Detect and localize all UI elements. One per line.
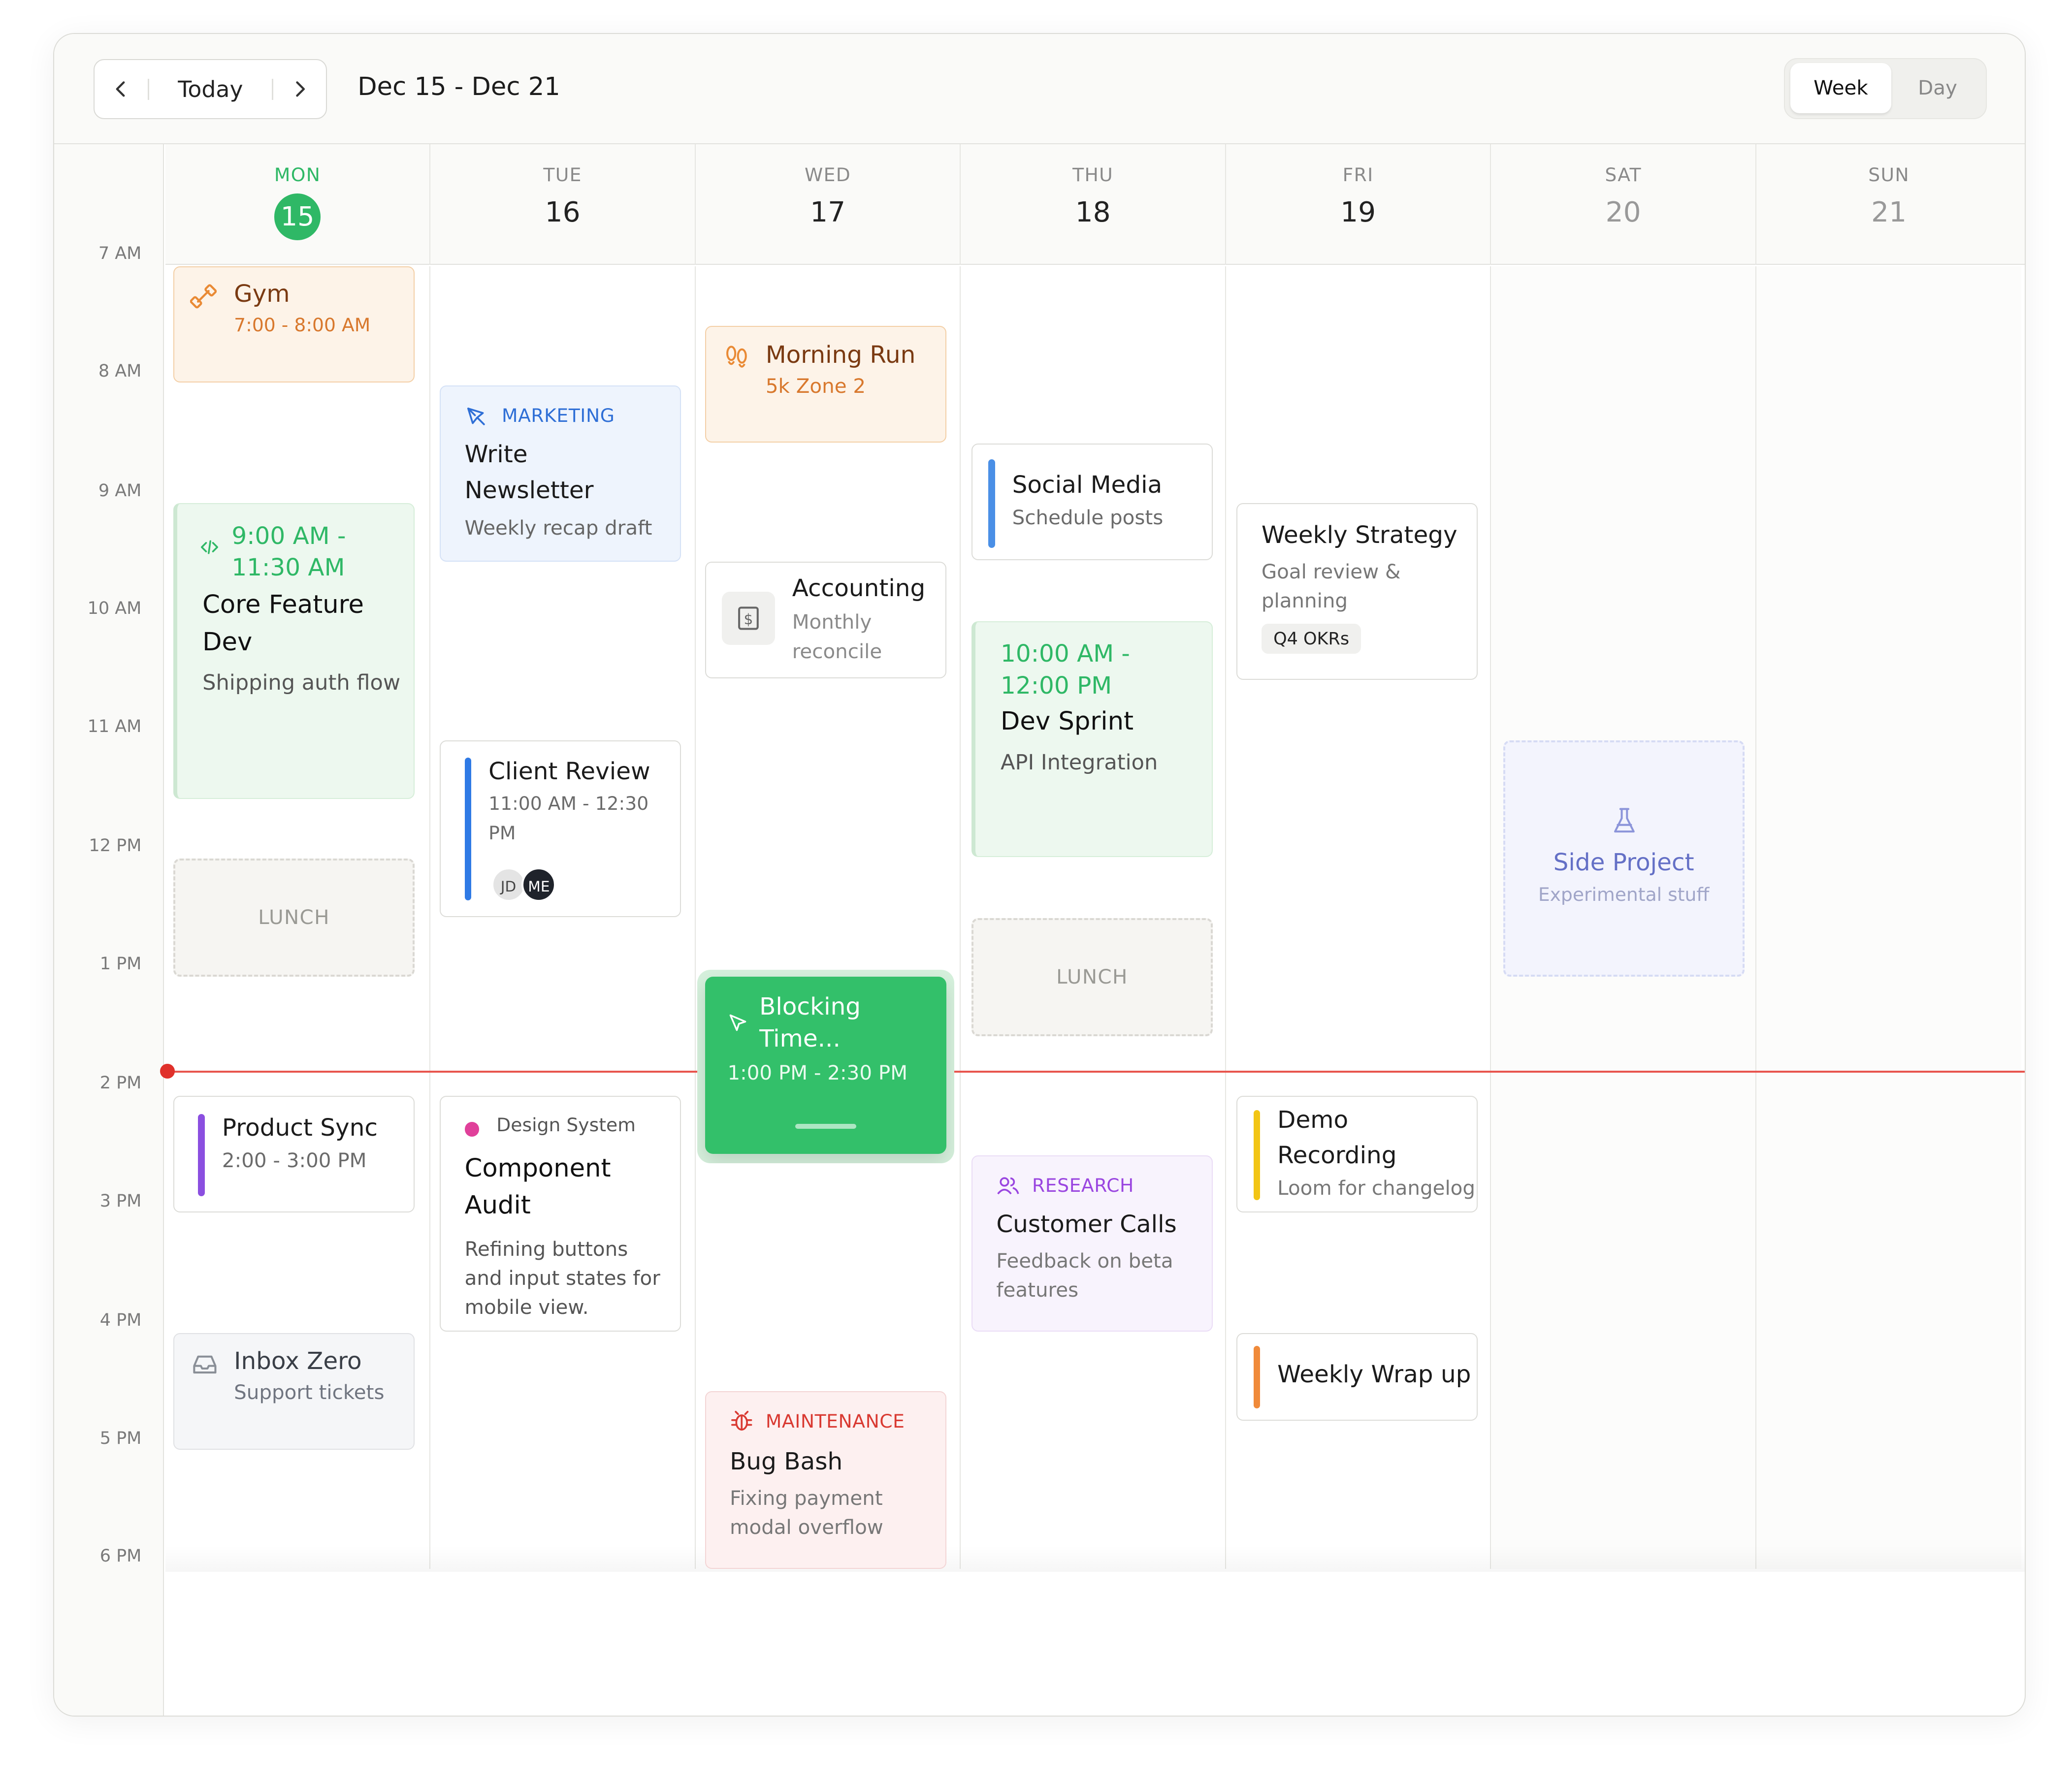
event-client-review[interactable]: Client Review 11:00 AM - 12:30 PM JD ME bbox=[440, 740, 681, 917]
event-core-feature-dev[interactable]: 9:00 AM - 11:30 AM Core Feature Dev Ship… bbox=[173, 503, 415, 799]
footprints-icon bbox=[726, 346, 747, 368]
event-customer-calls[interactable]: RESEARCH Customer Calls Feedback on beta… bbox=[971, 1155, 1213, 1332]
date-navigator: Today bbox=[94, 59, 327, 119]
code-icon bbox=[201, 540, 219, 554]
date-range-title: Dec 15 - Dec 21 bbox=[357, 72, 560, 102]
chevron-right-icon bbox=[295, 81, 305, 97]
current-time-dot bbox=[160, 1064, 175, 1079]
event-blocking-time[interactable]: Blocking Time... 1:00 PM - 2:30 PM bbox=[705, 976, 946, 1154]
next-week-button[interactable] bbox=[273, 60, 326, 118]
day-header-wed[interactable]: WED 17 bbox=[696, 144, 961, 265]
day-header-mon[interactable]: MON 15 bbox=[165, 144, 431, 265]
color-bar bbox=[464, 757, 472, 901]
avatar: JD bbox=[491, 867, 526, 902]
category-dot bbox=[464, 1122, 480, 1137]
chevron-left-icon bbox=[116, 81, 125, 97]
hour-label: 6 PM bbox=[99, 1546, 142, 1566]
event-product-sync[interactable]: Product Sync 2:00 - 3:00 PM bbox=[173, 1096, 415, 1212]
scroll-fade bbox=[165, 1545, 2025, 1572]
svg-text:$: $ bbox=[744, 611, 753, 628]
event-accounting[interactable]: $ Accounting Monthly reconcile bbox=[705, 561, 946, 678]
event-side-project[interactable]: Side Project Experimental stuff bbox=[1503, 740, 1745, 977]
event-weekly-wrap-up[interactable]: Weekly Wrap up bbox=[1236, 1333, 1478, 1421]
calendar-app: Today Dec 15 - Dec 21 Week Day 7 AM 8 AM… bbox=[53, 33, 2026, 1717]
color-bar bbox=[988, 459, 995, 548]
resize-handle[interactable] bbox=[795, 1123, 856, 1129]
hour-label: 3 PM bbox=[99, 1191, 142, 1211]
pen-tool-icon bbox=[467, 407, 485, 425]
day-header-fri[interactable]: FRI 19 bbox=[1226, 144, 1491, 265]
day-view-button[interactable]: Day bbox=[1894, 63, 1981, 113]
receipt-icon: $ bbox=[722, 592, 775, 645]
time-gutter: 7 AM 8 AM 9 AM 10 AM 11 AM 12 PM 1 PM 2 … bbox=[54, 144, 164, 1716]
event-inbox-zero[interactable]: Inbox Zero Support tickets bbox=[173, 1333, 415, 1450]
event-gym[interactable]: Gym 7:00 - 8:00 AM bbox=[173, 266, 415, 383]
day-column-sun[interactable] bbox=[1756, 266, 2022, 1569]
hour-label: 7 AM bbox=[98, 243, 142, 263]
dumbbell-icon bbox=[190, 284, 217, 309]
current-time-line bbox=[165, 1070, 2025, 1073]
color-bar bbox=[1253, 1110, 1261, 1200]
event-dev-sprint[interactable]: 10:00 AM - 12:00 PM Dev Sprint API Integ… bbox=[971, 621, 1213, 858]
color-bar bbox=[1253, 1346, 1261, 1408]
event-write-newsletter[interactable]: MARKETING Write Newsletter Weekly recap … bbox=[440, 385, 681, 562]
hour-label: 2 PM bbox=[99, 1073, 142, 1093]
event-morning-run[interactable]: Morning Run 5k Zone 2 bbox=[705, 325, 946, 443]
hour-label: 5 PM bbox=[99, 1428, 142, 1448]
event-lunch-thu[interactable]: LUNCH bbox=[971, 918, 1213, 1036]
day-header-tue[interactable]: TUE 16 bbox=[430, 144, 696, 265]
event-component-audit[interactable]: Design System Component Audit Refining b… bbox=[440, 1096, 681, 1332]
hour-label: 9 AM bbox=[98, 480, 142, 501]
color-bar bbox=[198, 1114, 205, 1196]
event-weekly-strategy[interactable]: Weekly Strategy Goal review & planning Q… bbox=[1236, 503, 1478, 680]
cursor-icon bbox=[730, 1015, 746, 1031]
hour-label: 8 AM bbox=[98, 361, 142, 382]
event-blocking-time-drag-ghost: Blocking Time... 1:00 PM - 2:30 PM bbox=[697, 970, 954, 1164]
tag-badge: Q4 OKRs bbox=[1261, 623, 1361, 654]
event-bug-bash[interactable]: MAINTENANCE Bug Bash Fixing payment moda… bbox=[705, 1391, 946, 1569]
event-lunch-mon[interactable]: LUNCH bbox=[173, 859, 415, 977]
day-header-row: MON 15 TUE 16 WED 17 THU 18 FRI 19 SAT 20 SUN 2… bbox=[165, 144, 2025, 265]
toolbar: Today Dec 15 - Dec 21 Week Day bbox=[54, 34, 2025, 144]
day-header-sun[interactable]: SUN 21 bbox=[1756, 144, 2022, 265]
event-social-media[interactable]: Social Media Schedule posts bbox=[971, 444, 1213, 561]
hour-label: 4 PM bbox=[99, 1310, 142, 1331]
day-header-thu[interactable]: THU 18 bbox=[961, 144, 1226, 265]
prev-week-button[interactable] bbox=[95, 60, 148, 118]
day-header-sat[interactable]: SAT 20 bbox=[1491, 144, 1756, 265]
hour-label: 10 AM bbox=[87, 599, 142, 619]
hour-label: 1 PM bbox=[99, 954, 142, 974]
hour-label: 11 AM bbox=[87, 716, 142, 736]
week-view-button[interactable]: Week bbox=[1790, 63, 1891, 114]
bug-icon bbox=[731, 1411, 752, 1431]
users-icon bbox=[997, 1177, 1019, 1195]
day-column-wed[interactable] bbox=[696, 266, 961, 1569]
inbox-icon bbox=[193, 1355, 217, 1374]
hour-label: 12 PM bbox=[89, 836, 142, 856]
today-button[interactable]: Today bbox=[149, 76, 272, 102]
view-toggle: Week Day bbox=[1784, 58, 1987, 119]
flask-icon bbox=[1614, 808, 1635, 832]
avatar: ME bbox=[521, 867, 556, 902]
event-demo-recording[interactable]: Demo Recording Loom for changelog bbox=[1236, 1096, 1478, 1212]
